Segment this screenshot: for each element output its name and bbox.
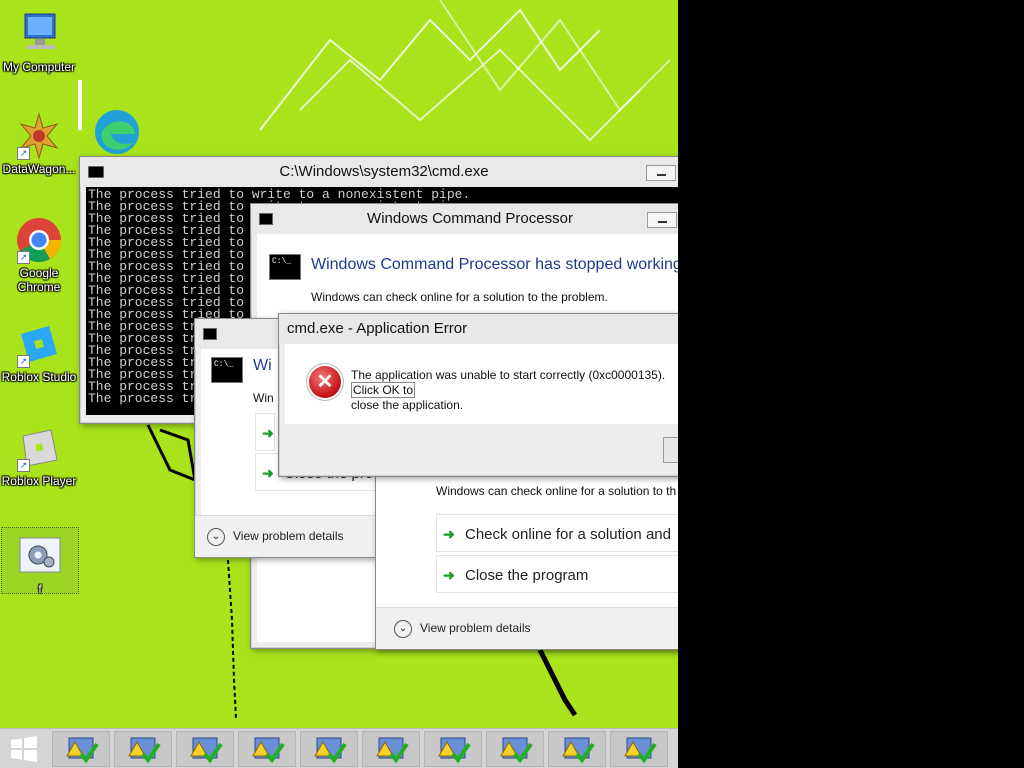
taskbar-app-button[interactable] [238,731,296,767]
cmd-small-icon [259,213,273,225]
error-message-main: The application was unable to start corr… [351,368,666,382]
chrome-icon: ↗ [15,216,63,264]
black-screen-area [678,0,1024,768]
wer-dialog-bottom-body: Windows can check online for a solution … [376,470,678,607]
wer-dialog-large-title: Windows Command Processor [367,210,573,227]
wer-dialog-large-titlebar[interactable]: Windows Command Processor [251,204,678,234]
green-arrow-icon: ➜ [443,526,455,542]
desktop-icon-label: f [38,582,42,596]
warning-check-icon [500,737,533,764]
desktop-icon-my-computer[interactable]: My Computer [0,10,78,74]
shortcut-arrow-icon: ↗ [17,251,30,264]
wer-footer: ⌄ View problem details [195,515,393,557]
wer-heading-fragment: Wi [253,357,272,374]
error-dialog-body: ✕ The application was unable to start co… [285,344,678,424]
warning-check-icon [252,737,285,764]
taskbar-app-button[interactable] [300,731,358,767]
settings-gear-icon [16,532,64,580]
wer-dialog-bottom[interactable]: Windows can check online for a solution … [375,470,678,650]
option-label: Check online for a solution and [465,526,671,543]
warning-check-icon [314,737,347,764]
minimize-button[interactable] [646,165,676,181]
close-program-button[interactable]: ➜ Close the program [436,555,678,593]
shortcut-arrow-icon: ↗ [17,147,30,160]
warning-check-icon [624,737,657,764]
error-x-icon: ✕ [309,366,341,398]
desktop-icon-label: Roblox Studio [1,370,77,384]
wer-footer: ⌄ View problem details [376,607,678,649]
option-label: Close the program [465,567,589,584]
wer-subtext-fragment: Win [253,391,274,405]
desktop-icon-google-chrome[interactable]: ↗ Google Chrome [0,216,78,294]
start-button[interactable] [8,735,40,763]
edge-icon [93,108,141,156]
desktop-icon-edge[interactable] [78,108,156,158]
chevron-down-icon: ⌄ [207,527,225,546]
check-online-button[interactable]: ➜ [255,413,275,451]
taskbar-app-button[interactable] [114,731,172,767]
cmd-app-icon: C:\_ [211,357,243,383]
taskbar-app-button[interactable] [486,731,544,767]
green-arrow-icon: ➜ [443,567,455,583]
check-online-button[interactable]: ➜ Check online for a solution and [436,514,678,552]
wer-subtext: Windows can check online for a solution … [311,290,608,304]
taskbar [0,728,678,768]
desktop-icon-datawagon[interactable]: ↗ DataWagon... [0,112,78,176]
warning-check-icon [438,737,471,764]
warning-check-icon [66,737,99,764]
shortcut-arrow-icon: ↗ [17,459,30,472]
console-app-icon [88,166,104,178]
roblox-studio-icon: ↗ [15,320,63,368]
taskbar-app-button[interactable] [52,731,110,767]
shortcut-arrow-icon: ↗ [17,355,30,368]
desktop-icon-roblox-player[interactable]: ↗ Roblox Player [0,424,78,488]
error-message: The application was unable to start corr… [351,368,678,413]
taskbar-app-button[interactable] [610,731,668,767]
wer-heading: Windows Command Processor has stopped wo… [311,256,678,273]
wer-subtext-behind: Windows can check online for a solution … [436,484,677,498]
details-label: View problem details [233,529,344,543]
console-title: C:\Windows\system32\cmd.exe [279,163,489,180]
desktop-icon-label: My Computer [2,60,76,74]
desktop-icon-label: Roblox Player [1,474,77,488]
desktop-icon-f[interactable]: f [1,527,79,596]
desktop: My Computer ↗ DataWagon... ↗ Google Chro… [0,0,678,768]
cmd-app-icon: C:\_ [269,254,301,280]
windows-logo-icon [11,736,37,762]
application-error-dialog[interactable]: cmd.exe - Application Error ✕ The applic… [278,313,678,477]
warning-check-icon [562,737,595,764]
desktop-icon-label: DataWagon... [2,162,76,176]
desktop-icon-roblox-studio[interactable]: ↗ Roblox Studio [0,320,78,384]
minimize-button[interactable] [647,212,677,228]
computer-icon [15,10,63,58]
error-dialog-titlebar[interactable]: cmd.exe - Application Error [279,314,678,344]
taskbar-app-button[interactable] [548,731,606,767]
cmd-small-icon [203,328,217,340]
view-problem-details-toggle[interactable]: ⌄ View problem details [394,618,531,638]
chevron-down-icon: ⌄ [394,619,412,638]
error-message-line2: close the application. [351,398,464,412]
warning-check-icon [190,737,223,764]
taskbar-app-button[interactable] [176,731,234,767]
view-problem-details-toggle[interactable]: ⌄ View problem details [207,526,344,546]
taskbar-app-button[interactable] [362,731,420,767]
details-label: View problem details [420,621,531,635]
ok-button[interactable] [663,437,678,463]
roblox-player-icon: ↗ [15,424,63,472]
console-titlebar[interactable]: C:\Windows\system32\cmd.exe [80,157,678,187]
error-message-overflow: Click OK to [351,382,416,398]
warning-check-icon [376,737,409,764]
warning-check-icon [128,737,161,764]
taskbar-app-button[interactable] [424,731,482,767]
desktop-icon-label: Google Chrome [17,266,61,294]
green-arrow-icon: ➜ [262,425,274,441]
error-dialog-title: cmd.exe - Application Error [287,320,468,337]
datawagon-icon: ↗ [15,112,63,160]
